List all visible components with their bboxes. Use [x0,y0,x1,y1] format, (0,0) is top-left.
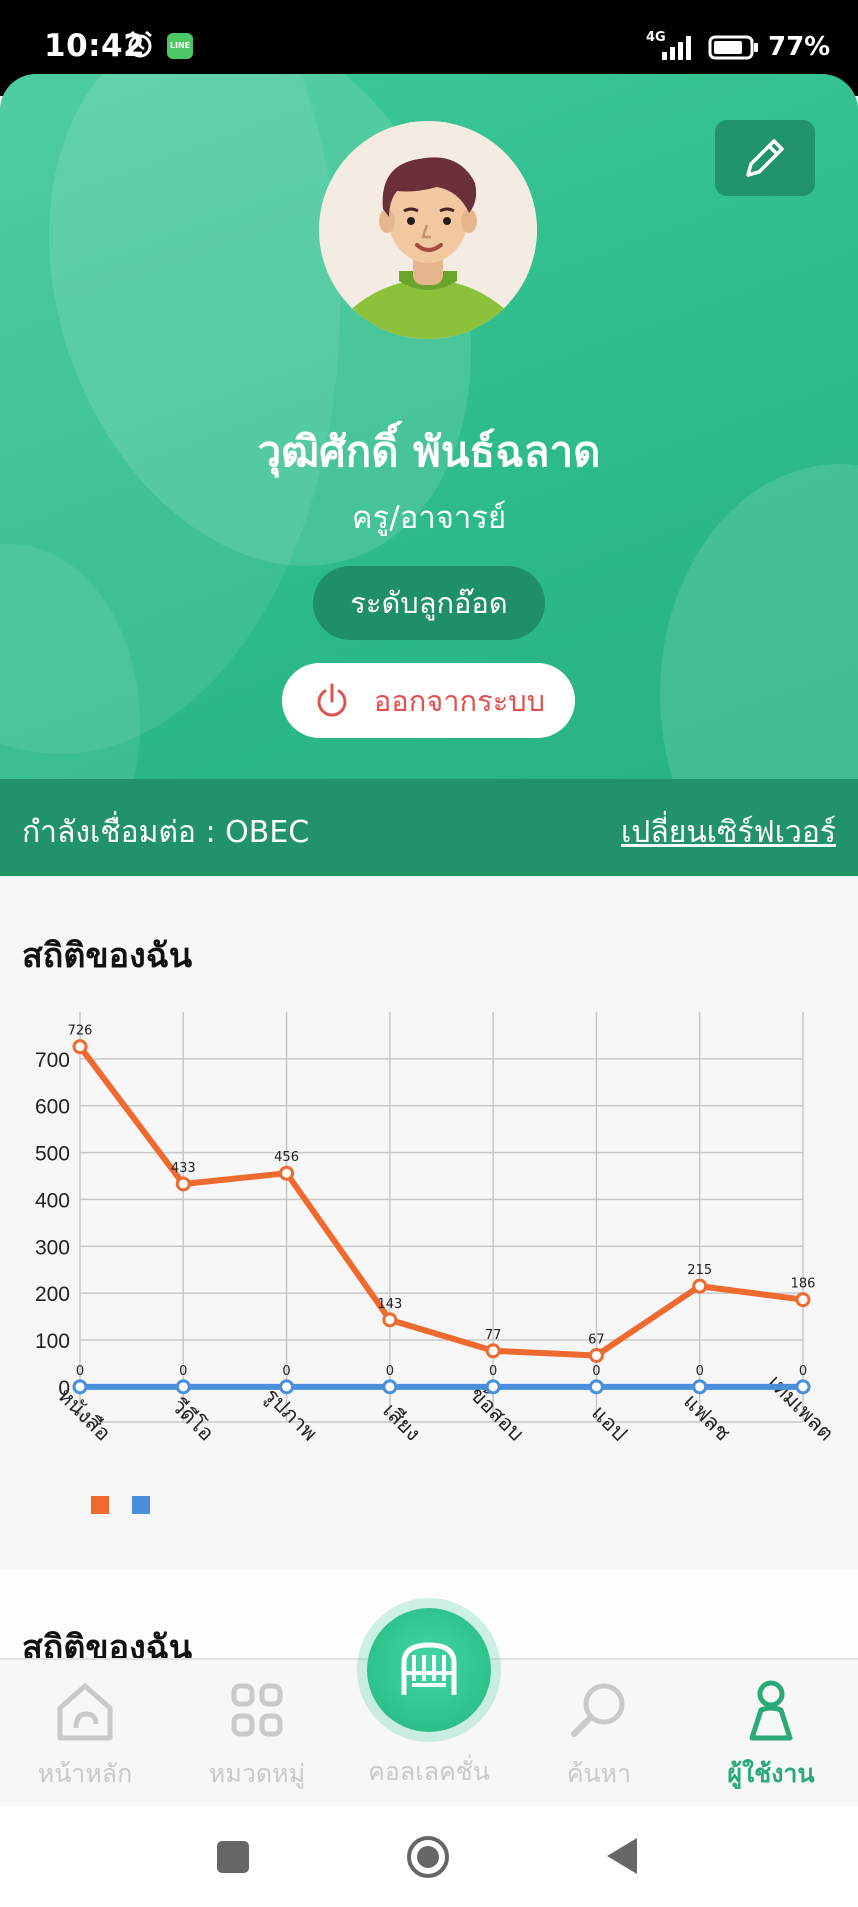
battery-percent: 77% [768,32,831,62]
data-point [382,1312,398,1328]
home-circle-icon[interactable] [405,1834,451,1880]
power-icon [317,683,347,716]
data-label: 0 [386,1364,394,1379]
data-label: 0 [799,1364,807,1379]
x-tick-label: แฟลช [679,1389,735,1445]
recents-icon[interactable] [216,1840,250,1874]
data-point [175,1379,191,1395]
x-tick-label: แอป [587,1401,632,1446]
alarm-icon [128,30,152,58]
data-point [485,1343,501,1359]
system-nav-bar [0,1806,858,1907]
x-tick-label: วีดีโอ [167,1394,219,1446]
data-point [795,1379,811,1395]
logout-label: ออกจากระบบ [373,683,546,718]
data-label: 0 [282,1364,290,1379]
y-tick-label: 100 [35,1330,70,1353]
data-label: 726 [68,1024,93,1039]
signal-icon [662,36,691,60]
avatar [319,121,537,339]
data-point [382,1379,398,1395]
logout-button[interactable]: ออกจากระบบ [282,663,575,738]
data-label: 143 [377,1297,402,1312]
screen: 10:42 LINE 4G 77% วุฒิศักดิ์ พันธ์ฉลาด ค… [0,0,858,1907]
nav-category[interactable]: หมวดหมู่ [172,1660,342,1808]
category-icon [231,1683,283,1737]
nav-search-label: ค้นหา [566,1759,632,1788]
nav-user[interactable]: ผู้ใช้งาน [686,1660,856,1808]
x-tick-label: เสียง [378,1398,425,1445]
data-label: 0 [696,1364,704,1379]
data-label: 67 [588,1332,605,1347]
data-label: 433 [171,1161,196,1176]
edit-profile-button[interactable] [715,120,815,196]
server-status: กำลังเชื่อมต่อ : OBEC [22,815,310,850]
nav-search[interactable]: ค้นหา [514,1660,684,1808]
data-point [175,1176,191,1192]
data-label: 456 [274,1150,299,1165]
y-tick-label: 400 [35,1189,70,1212]
profile-header: วุฒิศักดิ์ พันธ์ฉลาด ครู/อาจารย์ ระดับลู… [0,74,858,876]
user-icon [749,1680,793,1741]
stats-line-chart: 0100200300400500600700หนังสือ วีดีโอ รูปภา… [35,1012,838,1446]
data-point [692,1379,708,1395]
data-point [588,1379,604,1395]
y-tick-label: 700 [35,1049,70,1072]
user-role: ครู/อาจารย์ [351,500,507,536]
search-icon [571,1683,625,1737]
data-label: 0 [179,1364,187,1379]
y-tick-label: 300 [35,1236,70,1259]
stats-title: สถิติของฉัน [22,936,193,976]
back-icon[interactable] [605,1836,639,1876]
y-tick-label: 200 [35,1283,70,1306]
legend-swatch-2 [132,1496,150,1514]
y-tick-label: 600 [35,1096,70,1119]
series-line [77,1044,804,1359]
data-point [485,1379,501,1395]
data-point [795,1292,811,1308]
data-point [588,1347,604,1363]
data-label: 0 [592,1364,600,1379]
y-tick-label: 500 [35,1143,70,1166]
pencil-icon [746,139,784,177]
level-label: ระดับลูกอ๊อด [350,586,508,620]
collection-icon [401,1642,457,1695]
data-label: 0 [76,1364,84,1379]
data-label: 186 [791,1277,816,1292]
nav-user-label: ผู้ใช้งาน [727,1759,815,1788]
collection-button[interactable] [367,1608,491,1732]
user-name: วุฒิศักดิ์ พันธ์ฉลาด [257,427,601,476]
nav-collection-label: คอลเลคชั่น [368,1757,490,1786]
battery-icon [708,35,758,60]
data-point [279,1165,295,1181]
data-label: 0 [489,1364,497,1379]
level-badge: ระดับลูกอ๊อด [313,566,545,640]
nav-home[interactable]: หน้าหลัก [0,1660,170,1808]
data-point [692,1278,708,1294]
data-point [72,1379,88,1395]
line-app-icon: LINE [167,33,193,59]
avatar-illustration [319,121,537,339]
data-point [72,1039,88,1055]
data-point [279,1379,295,1395]
nav-home-label: หน้าหลัก [37,1759,133,1788]
nav-category-label: หมวดหมู่ [208,1759,306,1788]
data-label: 215 [687,1263,712,1278]
change-server-link[interactable]: เปลี่ยนเซิร์ฟเวอร์ [621,809,836,856]
server-bar: กำลังเชื่อมต่อ : OBEC เปลี่ยนเซิร์ฟเวอร์ [0,779,858,876]
home-icon [57,1683,113,1741]
data-label: 77 [485,1328,502,1343]
legend-swatch-1 [91,1496,109,1514]
